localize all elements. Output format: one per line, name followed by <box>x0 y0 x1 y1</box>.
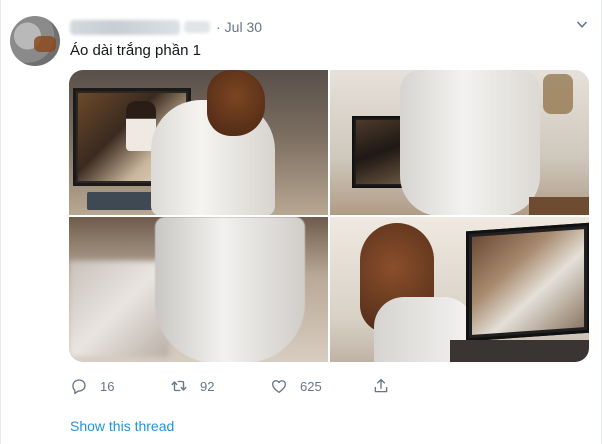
author-handle-redacted[interactable] <box>184 21 210 33</box>
like-icon <box>271 380 287 394</box>
avatar[interactable] <box>10 16 60 66</box>
share-icon <box>374 378 388 393</box>
share-button[interactable] <box>372 377 402 395</box>
media-photo-3[interactable] <box>69 217 328 362</box>
reply-count: 16 <box>100 378 115 394</box>
show-thread-link[interactable]: Show this thread <box>70 418 174 434</box>
retweet-count: 92 <box>200 378 215 394</box>
like-button[interactable]: 625 <box>270 377 372 395</box>
tweet-card[interactable]: · Jul 30 Áo dài trắng phần 1 16 92 625 S… <box>0 0 602 444</box>
media-grid <box>69 70 589 362</box>
chevron-down-icon[interactable] <box>577 21 587 29</box>
tweet-date[interactable]: Jul 30 <box>225 19 262 35</box>
retweet-icon <box>171 380 187 392</box>
media-photo-4[interactable] <box>330 217 589 362</box>
media-photo-2[interactable] <box>330 70 589 215</box>
media-photo-1[interactable] <box>69 70 328 215</box>
tweet-actions: 16 92 625 <box>70 377 402 395</box>
retweet-button[interactable]: 92 <box>170 377 270 395</box>
author-name-redacted[interactable] <box>70 19 180 35</box>
reply-button[interactable]: 16 <box>70 377 170 395</box>
reply-icon <box>72 379 86 395</box>
tweet-text: Áo dài trắng phần 1 <box>70 42 201 59</box>
like-count: 625 <box>300 378 322 394</box>
avatar-image <box>34 36 56 52</box>
header-separator: · <box>216 19 221 35</box>
tweet-header: · Jul 30 <box>70 17 262 37</box>
